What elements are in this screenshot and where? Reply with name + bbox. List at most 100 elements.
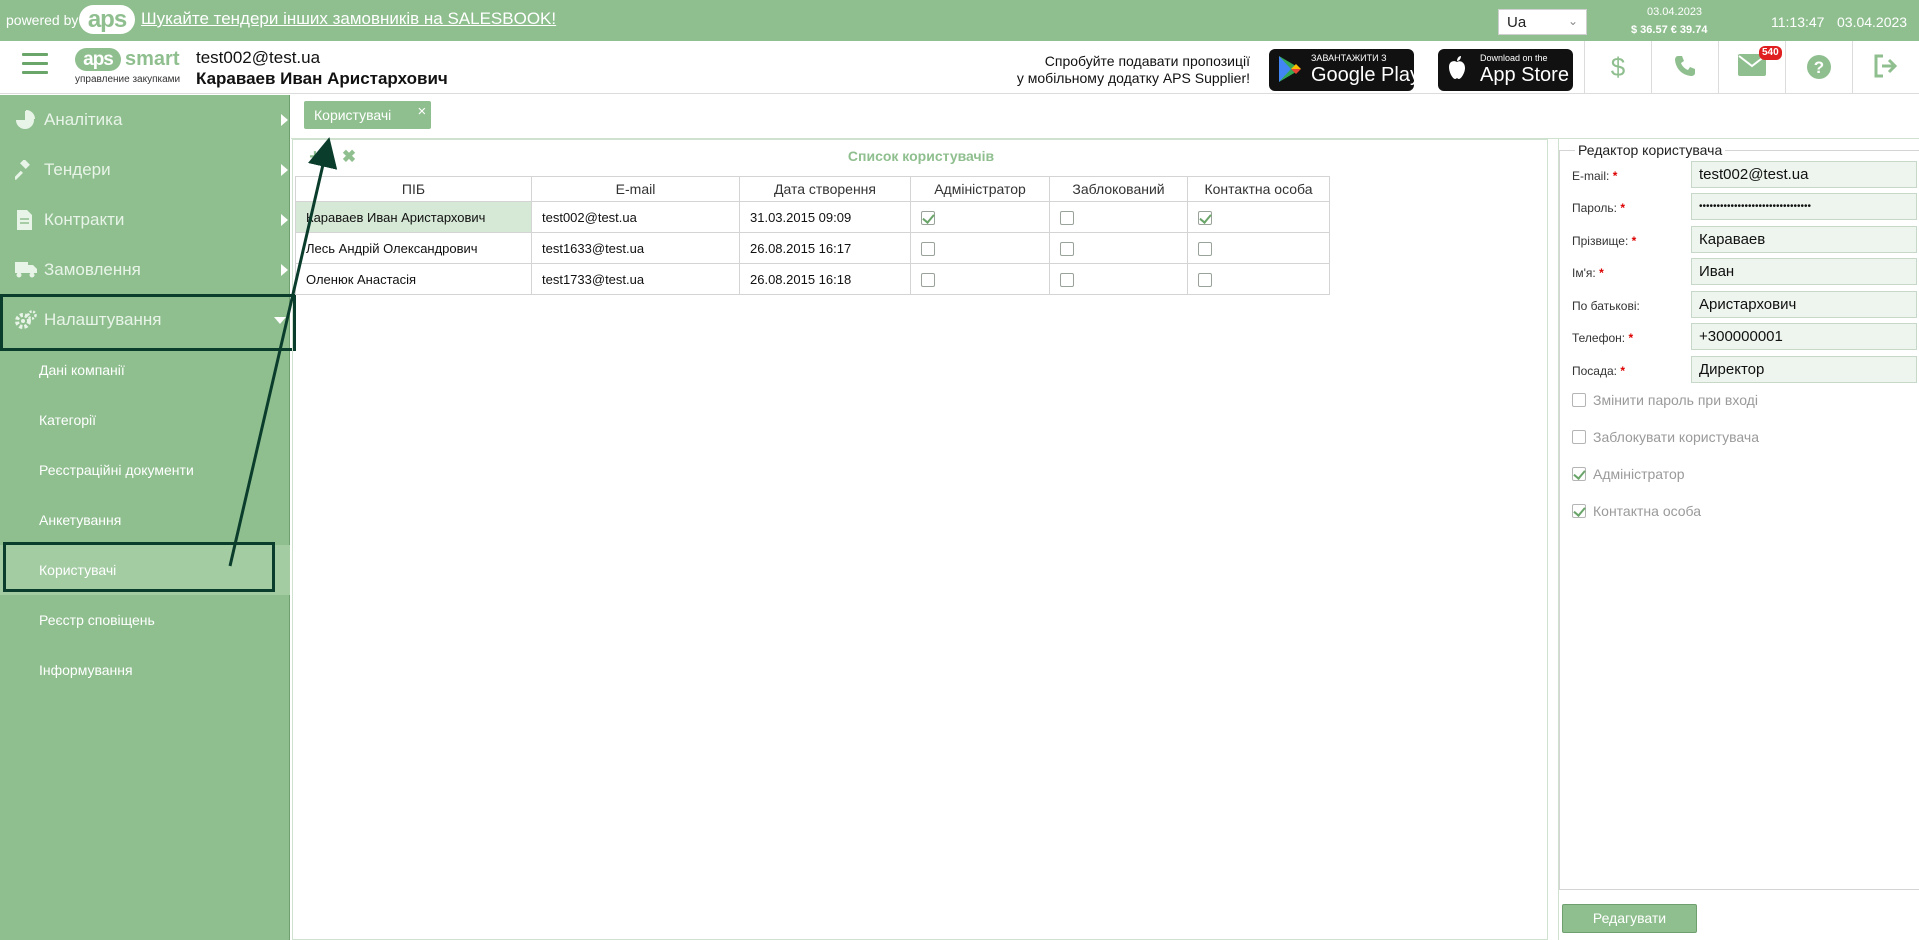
apple-icon <box>1446 55 1468 87</box>
sidebar-subitem-label: Реєстраційні документи <box>39 462 194 478</box>
cell-contact <box>1187 232 1330 264</box>
column-header-contact[interactable]: Контактна особа <box>1187 176 1330 202</box>
sidebar-subitem-label: Інформування <box>39 662 133 678</box>
document-icon <box>15 210 37 230</box>
cell-admin <box>910 263 1050 295</box>
block-user-checkbox[interactable] <box>1572 430 1586 444</box>
dollar-icon[interactable]: $ <box>1584 41 1651 94</box>
administrator-option[interactable]: Адміністратор <box>1572 465 1872 485</box>
cell-created: 31.03.2015 09:09 <box>739 201 911 233</box>
users-list-title: Список користувачів <box>847 148 995 164</box>
cell-name: Караваев Иван Аристархович <box>295 201 532 233</box>
user-email: test002@test.ua <box>196 48 321 67</box>
app-store-button[interactable]: Download on the App Store <box>1438 49 1573 91</box>
blocked-checkbox[interactable] <box>1060 241 1074 256</box>
sidebar-item-tenders[interactable]: Тендери <box>0 145 290 195</box>
close-icon[interactable]: × <box>418 103 427 120</box>
mobile-promo-line2: у мобільному додатку APS Supplier! <box>1016 70 1250 86</box>
administrator-checkbox[interactable] <box>1572 467 1586 481</box>
column-header-email[interactable]: E-mail <box>531 176 740 202</box>
app-store-small: Download on the <box>1480 53 1548 63</box>
cell-email: test1633@test.ua <box>531 232 740 264</box>
edit-button[interactable]: Редагувати <box>1562 904 1697 933</box>
patronymic-field[interactable]: Аристархович <box>1691 291 1917 318</box>
column-header-created[interactable]: Дата створення <box>739 176 911 202</box>
contact-person-option[interactable]: Контактна особа <box>1572 502 1872 522</box>
contact-checkbox[interactable] <box>1198 272 1212 287</box>
chevron-down-icon: ⌄ <box>1567 14 1578 28</box>
aps-logo[interactable]: aps <box>79 5 135 34</box>
salesbook-promo-link[interactable]: Шукайте тендери інших замовників на SALE… <box>141 9 556 29</box>
change-password-checkbox[interactable] <box>1572 393 1586 407</box>
sidebar-subitem-questionnaire[interactable]: Анкетування <box>0 495 290 545</box>
help-icon[interactable]: ? <box>1785 41 1852 94</box>
cell-blocked <box>1049 232 1188 264</box>
user-editor-fieldset: Редактор користувача E-mail: * test002@t… <box>1559 142 1919 890</box>
language-value: Ua <box>1507 14 1527 31</box>
column-header-admin[interactable]: Адміністратор <box>910 176 1050 202</box>
user-editor-legend: Редактор користувача <box>1575 142 1726 158</box>
position-field[interactable]: Директор <box>1691 356 1917 383</box>
mobile-app-promo: Спробуйте подавати пропозиції у мобільно… <box>1000 53 1250 87</box>
contact-person-checkbox[interactable] <box>1572 504 1586 518</box>
block-user-option[interactable]: Заблокувати користувача <box>1572 428 1872 448</box>
caret-right-icon <box>281 164 288 176</box>
phone-row: Телефон: * +300000001 <box>1572 323 1919 351</box>
pie-chart-icon <box>15 110 37 130</box>
sidebar-subitem-informing[interactable]: Інформування <box>0 645 290 695</box>
password-field[interactable]: •••••••••••••••••••••••••••••••• <box>1691 193 1917 220</box>
delete-user-button[interactable]: ✖ <box>333 142 365 172</box>
currency-rates: $ 36.57 € 39.74 <box>1631 24 1708 36</box>
svg-text:?: ? <box>1814 58 1824 77</box>
contact-checkbox[interactable] <box>1198 241 1212 256</box>
sidebar-subitem-company-data[interactable]: Дані компанії <box>0 345 290 395</box>
logout-icon[interactable] <box>1852 41 1919 94</box>
sidebar-item-contracts[interactable]: Контракти <box>0 195 290 245</box>
sidebar-subitem-notification-registry[interactable]: Реєстр сповіщень <box>0 595 290 645</box>
contact-checkbox[interactable] <box>1198 210 1212 225</box>
phone-field[interactable]: +300000001 <box>1691 323 1917 350</box>
sidebar-subitem-label: Анкетування <box>39 512 122 528</box>
cell-blocked <box>1049 201 1188 233</box>
blocked-checkbox[interactable] <box>1060 210 1074 225</box>
cell-admin <box>910 201 1050 233</box>
change-password-option[interactable]: Змінити пароль при вході <box>1572 391 1872 411</box>
blocked-checkbox[interactable] <box>1060 272 1074 287</box>
table-row[interactable]: Караваев Иван Аристархович test002@test.… <box>295 201 1330 233</box>
firstname-field[interactable]: Иван <box>1691 258 1917 285</box>
google-play-button[interactable]: ЗАВАНТАЖИТИ З Google Play <box>1269 49 1420 91</box>
hamburger-menu-icon[interactable] <box>22 53 48 75</box>
admin-checkbox[interactable] <box>921 210 935 225</box>
current-date: 03.04.2023 <box>1837 14 1908 30</box>
phone-icon[interactable] <box>1651 41 1718 94</box>
position-row: Посада: * Директор <box>1572 356 1919 384</box>
email-label: E-mail: * <box>1572 169 1618 183</box>
cell-contact <box>1187 201 1330 233</box>
users-table: ПІБ E-mail Дата створення Адміністратор … <box>295 176 1330 295</box>
sidebar-item-label: Замовлення <box>44 260 141 279</box>
tab-users[interactable]: Користувачі × <box>304 101 432 129</box>
admin-checkbox[interactable] <box>921 272 935 287</box>
table-row[interactable]: Оленюк Анастасія test1733@test.ua 26.08.… <box>295 263 1330 295</box>
surname-field[interactable]: Караваев <box>1691 226 1917 253</box>
sidebar-item-orders[interactable]: Замовлення <box>0 245 290 295</box>
aps-smart-logo[interactable]: aps smart управление закупками <box>75 48 181 88</box>
admin-checkbox[interactable] <box>921 241 935 256</box>
cell-admin <box>910 232 1050 264</box>
cell-email: test002@test.ua <box>531 201 740 233</box>
header: aps smart управление закупками test002@t… <box>0 41 1919 94</box>
sidebar-subitem-categories[interactable]: Категорії <box>0 395 290 445</box>
sidebar-subitem-registration-docs[interactable]: Реєстраційні документи <box>0 445 290 495</box>
sidebar-item-analytics[interactable]: Аналітика <box>0 95 290 145</box>
surname-row: Прізвище: * Караваев <box>1572 226 1919 254</box>
column-header-name[interactable]: ПІБ <box>295 176 532 202</box>
column-header-blocked[interactable]: Заблокований <box>1049 176 1188 202</box>
table-row[interactable]: Лесь Андрій Олександрович test1633@test.… <box>295 232 1330 264</box>
language-select[interactable]: Ua ⌄ <box>1498 9 1587 35</box>
sidebar-item-label: Аналітика <box>44 110 123 129</box>
patronymic-label: По батькові: <box>1572 299 1640 313</box>
app-store-big: App Store <box>1480 64 1569 86</box>
email-field[interactable]: test002@test.ua <box>1691 161 1917 188</box>
add-user-button[interactable]: + <box>299 142 331 172</box>
mail-unread-badge: 540 <box>1759 46 1782 60</box>
